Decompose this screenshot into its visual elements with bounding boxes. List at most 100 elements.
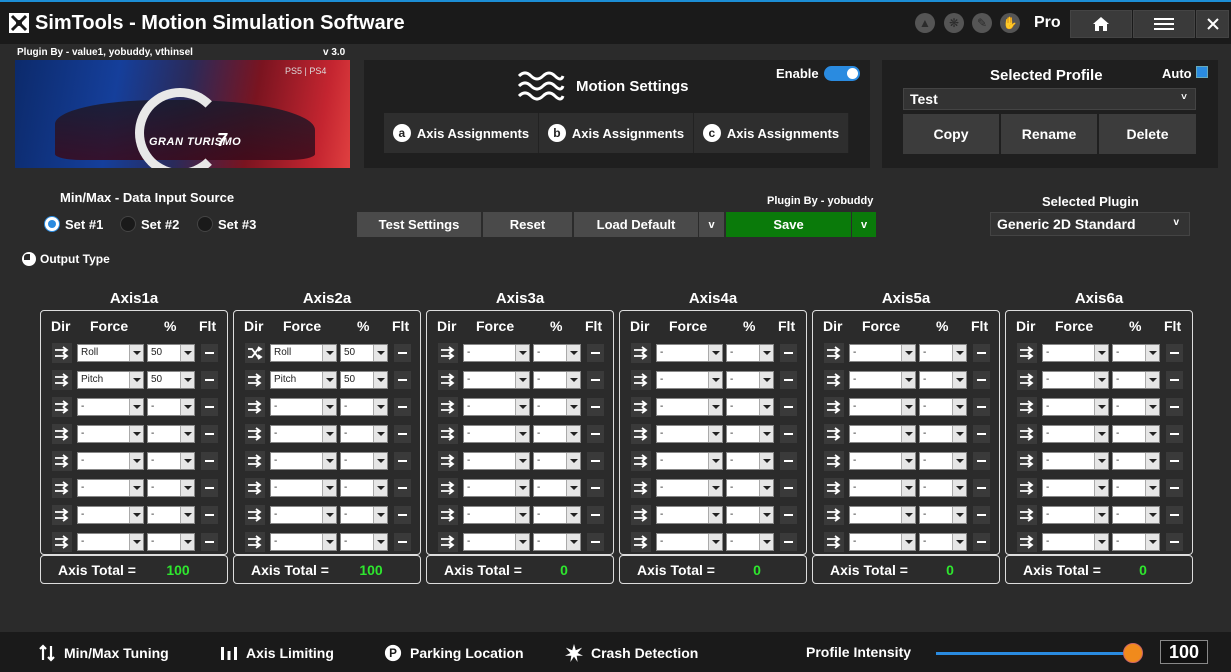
direction-button[interactable]: [1017, 343, 1037, 363]
direction-button[interactable]: [631, 424, 651, 444]
tab-axis-assignments-c[interactable]: c Axis Assignments: [694, 113, 849, 153]
percent-select[interactable]: -: [726, 479, 774, 497]
filter-button[interactable]: [780, 344, 797, 362]
filter-button[interactable]: [587, 452, 604, 470]
percent-select[interactable]: -: [340, 398, 388, 416]
percent-select[interactable]: -: [147, 425, 195, 443]
plugin-select[interactable]: Generic 2D Standard v: [990, 212, 1190, 236]
filter-button[interactable]: [201, 452, 218, 470]
filter-button[interactable]: [1166, 533, 1183, 551]
force-select[interactable]: -: [1042, 533, 1109, 551]
percent-select[interactable]: -: [1112, 371, 1160, 389]
intensity-slider-track[interactable]: [936, 652, 1136, 655]
percent-select[interactable]: -: [919, 344, 967, 362]
direction-button[interactable]: [438, 343, 458, 363]
percent-select[interactable]: -: [147, 452, 195, 470]
filter-button[interactable]: [201, 533, 218, 551]
direction-button[interactable]: [52, 478, 72, 498]
force-select[interactable]: -: [656, 371, 723, 389]
percent-select[interactable]: -: [919, 425, 967, 443]
percent-select[interactable]: -: [1112, 452, 1160, 470]
filter-button[interactable]: [780, 506, 797, 524]
direction-button[interactable]: [824, 532, 844, 552]
copy-button[interactable]: Copy: [903, 114, 999, 154]
filter-button[interactable]: [394, 344, 411, 362]
direction-button[interactable]: [438, 505, 458, 525]
direction-button[interactable]: [824, 370, 844, 390]
radio-set-1[interactable]: Set #1: [44, 216, 103, 232]
percent-select[interactable]: -: [726, 533, 774, 551]
filter-button[interactable]: [780, 533, 797, 551]
force-select[interactable]: -: [463, 425, 530, 443]
direction-button[interactable]: [1017, 478, 1037, 498]
percent-select[interactable]: 50: [147, 344, 195, 362]
direction-button[interactable]: [52, 424, 72, 444]
filter-button[interactable]: [394, 452, 411, 470]
percent-select[interactable]: -: [340, 425, 388, 443]
filter-button[interactable]: [394, 371, 411, 389]
direction-button[interactable]: [824, 505, 844, 525]
filter-button[interactable]: [394, 398, 411, 416]
load-default-button[interactable]: Load Default: [574, 212, 698, 237]
filter-button[interactable]: [587, 344, 604, 362]
direction-button[interactable]: [52, 532, 72, 552]
wrench-icon[interactable]: ✎: [972, 13, 992, 33]
filter-button[interactable]: [1166, 452, 1183, 470]
direction-button[interactable]: [438, 397, 458, 417]
profile-select[interactable]: Test ˅: [903, 88, 1196, 110]
direction-button[interactable]: [245, 370, 265, 390]
percent-select[interactable]: -: [533, 506, 581, 524]
percent-select[interactable]: -: [1112, 425, 1160, 443]
percent-select[interactable]: -: [340, 506, 388, 524]
force-select[interactable]: -: [270, 398, 337, 416]
save-dropdown[interactable]: v: [852, 212, 876, 237]
filter-button[interactable]: [973, 398, 990, 416]
force-select[interactable]: -: [1042, 452, 1109, 470]
auto-checkbox[interactable]: [1196, 66, 1208, 78]
filter-button[interactable]: [201, 371, 218, 389]
direction-button[interactable]: [1017, 424, 1037, 444]
filter-button[interactable]: [973, 533, 990, 551]
direction-button[interactable]: [52, 397, 72, 417]
filter-button[interactable]: [780, 371, 797, 389]
force-select[interactable]: -: [656, 533, 723, 551]
filter-button[interactable]: [587, 506, 604, 524]
percent-select[interactable]: 50: [147, 371, 195, 389]
percent-select[interactable]: -: [919, 533, 967, 551]
intensity-value-field[interactable]: 100: [1160, 640, 1208, 664]
force-select[interactable]: -: [270, 506, 337, 524]
filter-button[interactable]: [394, 506, 411, 524]
filter-button[interactable]: [973, 479, 990, 497]
force-select[interactable]: -: [270, 533, 337, 551]
percent-select[interactable]: -: [919, 398, 967, 416]
filter-button[interactable]: [201, 425, 218, 443]
direction-button[interactable]: [245, 343, 265, 363]
radio-set-3[interactable]: Set #3: [197, 216, 256, 232]
direction-button[interactable]: [824, 424, 844, 444]
direction-button[interactable]: [1017, 505, 1037, 525]
percent-select[interactable]: -: [1112, 506, 1160, 524]
direction-button[interactable]: [438, 478, 458, 498]
direction-button[interactable]: [631, 505, 651, 525]
force-select[interactable]: -: [463, 533, 530, 551]
percent-select[interactable]: -: [147, 398, 195, 416]
percent-select[interactable]: -: [726, 371, 774, 389]
load-default-dropdown[interactable]: v: [699, 212, 724, 237]
crash-detection-button[interactable]: Crash Detection: [565, 644, 698, 662]
percent-select[interactable]: -: [533, 479, 581, 497]
tab-axis-assignments-a[interactable]: a Axis Assignments: [384, 113, 539, 153]
force-select[interactable]: -: [656, 506, 723, 524]
percent-select[interactable]: -: [726, 506, 774, 524]
upload-icon[interactable]: ▲: [915, 13, 935, 33]
percent-select[interactable]: -: [340, 452, 388, 470]
output-type-button[interactable]: Output Type: [22, 252, 110, 266]
percent-select[interactable]: -: [726, 398, 774, 416]
force-select[interactable]: Roll: [77, 344, 144, 362]
home-button[interactable]: [1070, 10, 1132, 38]
percent-select[interactable]: -: [533, 425, 581, 443]
direction-button[interactable]: [631, 397, 651, 417]
force-select[interactable]: -: [270, 479, 337, 497]
filter-button[interactable]: [201, 506, 218, 524]
gear-icon[interactable]: ❋: [944, 13, 964, 33]
direction-button[interactable]: [245, 505, 265, 525]
